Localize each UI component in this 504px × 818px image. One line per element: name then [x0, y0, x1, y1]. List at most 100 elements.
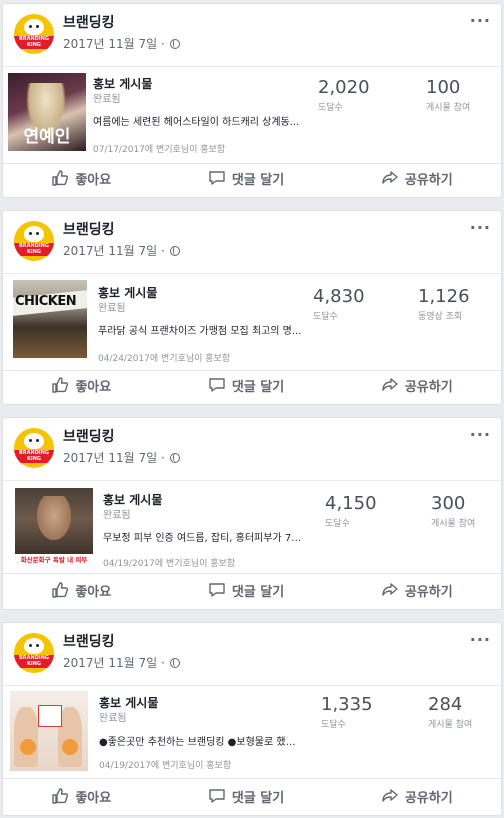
comment-icon: [209, 789, 225, 803]
page-name-link[interactable]: 브랜딩킹: [63, 631, 115, 651]
post-date[interactable]: 2017년 11월 7일 ·: [63, 35, 165, 52]
logo-text: BRANDING KING: [14, 655, 54, 668]
promo-description: 푸라닭 공식 프랜차이즈 가맹점 모집 최고의 명...: [98, 326, 302, 337]
logo-text: BRANDING KING: [14, 450, 54, 463]
post-actions: 좋아요 댓글 달기 공유하기: [3, 159, 501, 197]
page-avatar[interactable]: BRANDING KING: [14, 428, 54, 468]
post-card: BRANDING KING 브랜딩킹 2017년 11월 7일 · ··· CHI…: [2, 210, 502, 405]
globe-icon: [169, 245, 180, 256]
thumb-caption: CHICKEN: [15, 294, 77, 309]
promo-description: 무보정 피부 인증 여드름, 잡티, 홍터피부가 7일...: [103, 533, 308, 544]
promo-date-line: 04/19/2017에 변기호님이 홍보함: [99, 761, 232, 771]
logo-text: BRANDING KING: [14, 243, 54, 256]
stat-video-views: 1,126 동영상 조회: [418, 286, 470, 322]
globe-icon: [169, 38, 180, 49]
share-button[interactable]: 공유하기: [381, 787, 453, 806]
post-meta: 2017년 11월 7일 ·: [63, 35, 180, 52]
stat-value: 4,150: [325, 493, 377, 514]
stat-reach: 4,830 도달수: [313, 286, 365, 322]
post-actions: 좋아요 댓글 달기 공유하기: [3, 571, 501, 609]
promoted-post-summary[interactable]: CHICKEN 홍보 게시물 완료됨 푸라닭 공식 프랜차이즈 가맹점 모집 최…: [3, 273, 501, 371]
page-name-link[interactable]: 브랜딩킹: [63, 12, 115, 32]
post-actions: 좋아요 댓글 달기 공유하기: [3, 777, 501, 815]
post-header: BRANDING KING 브랜딩킹 2017년 11월 7일 · ···: [3, 623, 501, 683]
thumb-caption: 화산문화구 독발 내 피부: [15, 554, 93, 566]
share-arrow-icon: [382, 789, 398, 802]
like-button[interactable]: 좋아요: [51, 376, 111, 395]
promoted-post-summary[interactable]: 화산문화구 독발 내 피부 홍보 게시물 완료됨 무보정 피부 인증 여드름, …: [3, 480, 501, 574]
page-name-link[interactable]: 브랜딩킹: [63, 219, 115, 239]
promo-thumbnail: 연예인: [8, 73, 86, 151]
share-label: 공유하기: [404, 172, 453, 188]
stat-value: 1,335: [321, 694, 373, 715]
post-header: BRANDING KING 브랜딩킹 2017년 11월 7일 · ···: [3, 4, 501, 64]
stat-label: 도달수: [313, 312, 338, 322]
promo-thumbnail: [10, 691, 88, 771]
post-date[interactable]: 2017년 11월 7일 ·: [63, 654, 165, 671]
comment-button[interactable]: 댓글 달기: [208, 169, 284, 188]
stat-value: 100: [426, 77, 461, 98]
post-date[interactable]: 2017년 11월 7일 ·: [63, 449, 165, 466]
stat-value: 2,020: [318, 77, 370, 98]
post-card: BRANDING KING 브랜딩킹 2017년 11월 7일 · ··· 화산문…: [2, 417, 502, 610]
promoted-post-summary[interactable]: 연예인 홍보 게시물 완료됨 여름에는 세련된 헤어스타일이 하드캐리 상계동.…: [3, 66, 501, 164]
comment-label: 댓글 달기: [231, 790, 285, 806]
stat-label: 동영상 조회: [418, 312, 463, 322]
share-button[interactable]: 공유하기: [381, 376, 453, 395]
more-options-icon[interactable]: ···: [470, 427, 491, 443]
share-label: 공유하기: [404, 379, 453, 395]
stat-engagement: 100 게시물 참여: [426, 77, 470, 113]
post-meta: 2017년 11월 7일 ·: [63, 654, 180, 671]
page-avatar[interactable]: BRANDING KING: [14, 221, 54, 261]
post-date[interactable]: 2017년 11월 7일 ·: [63, 242, 165, 259]
share-button[interactable]: 공유하기: [381, 169, 453, 188]
stat-label: 게시물 참여: [431, 519, 476, 529]
more-options-icon[interactable]: ···: [470, 632, 491, 648]
page-name-link[interactable]: 브랜딩킹: [63, 426, 115, 446]
post-actions: 좋아요 댓글 달기 공유하기: [3, 366, 501, 404]
stat-engagement: 300 게시물 참여: [431, 493, 475, 529]
more-options-icon[interactable]: ···: [470, 220, 491, 236]
like-label: 좋아요: [75, 584, 112, 600]
like-button[interactable]: 좋아요: [51, 169, 111, 188]
comment-button[interactable]: 댓글 달기: [208, 581, 284, 600]
page-avatar[interactable]: BRANDING KING: [14, 14, 54, 54]
post-header: BRANDING KING 브랜딩킹 2017년 11월 7일 · ···: [3, 211, 501, 271]
promo-status: 완료됨: [98, 303, 126, 314]
like-button[interactable]: 좋아요: [51, 581, 111, 600]
promoted-post-summary[interactable]: 홍보 게시물 완료됨 ●좋은곳만 추천하는 브랜딩킹 ●보형물로 했던 ... …: [3, 685, 501, 779]
thumbs-up-icon: [52, 170, 69, 186]
post-meta: 2017년 11월 7일 ·: [63, 449, 180, 466]
stat-reach: 1,335 도달수: [321, 694, 373, 730]
share-arrow-icon: [382, 583, 398, 596]
promo-date-line: 07/17/2017에 변기호님이 홍보함: [93, 145, 226, 155]
comment-label: 댓글 달기: [231, 172, 285, 188]
post-meta: 2017년 11월 7일 ·: [63, 242, 180, 259]
share-button[interactable]: 공유하기: [381, 581, 453, 600]
promo-description: ●좋은곳만 추천하는 브랜딩킹 ●보형물로 했던 ...: [99, 737, 304, 748]
stat-label: 게시물 참여: [426, 103, 471, 113]
comment-label: 댓글 달기: [231, 584, 285, 600]
like-button[interactable]: 좋아요: [51, 787, 111, 806]
promo-date-line: 04/24/2017에 변기호님이 홍보함: [98, 354, 231, 364]
stat-reach: 2,020 도달수: [318, 77, 370, 113]
page-avatar[interactable]: BRANDING KING: [14, 633, 54, 673]
post-card: BRANDING KING 브랜딩킹 2017년 11월 7일 · ··· 홍보 …: [2, 622, 502, 816]
news-feed: BRANDING KING 브랜딩킹 2017년 11월 7일 · ··· 연예인…: [0, 0, 504, 818]
promo-status: 완료됨: [99, 713, 127, 724]
comment-button[interactable]: 댓글 달기: [208, 787, 284, 806]
comment-icon: [209, 378, 225, 392]
stat-value: 4,830: [313, 286, 365, 307]
share-label: 공유하기: [404, 584, 453, 600]
promo-description: 여름에는 세련된 헤어스타일이 하드캐리 상계동...: [93, 117, 300, 128]
comment-label: 댓글 달기: [231, 379, 285, 395]
thumbs-up-icon: [52, 377, 69, 393]
logo-text: BRANDING KING: [14, 36, 54, 49]
share-label: 공유하기: [404, 790, 453, 806]
stat-engagement: 284 게시물 참여: [428, 694, 472, 730]
stat-label: 도달수: [325, 519, 350, 529]
more-options-icon[interactable]: ···: [470, 13, 491, 29]
post-card: BRANDING KING 브랜딩킹 2017년 11월 7일 · ··· 연예인…: [2, 3, 502, 198]
promo-thumbnail: CHICKEN: [13, 280, 87, 358]
comment-button[interactable]: 댓글 달기: [208, 376, 284, 395]
